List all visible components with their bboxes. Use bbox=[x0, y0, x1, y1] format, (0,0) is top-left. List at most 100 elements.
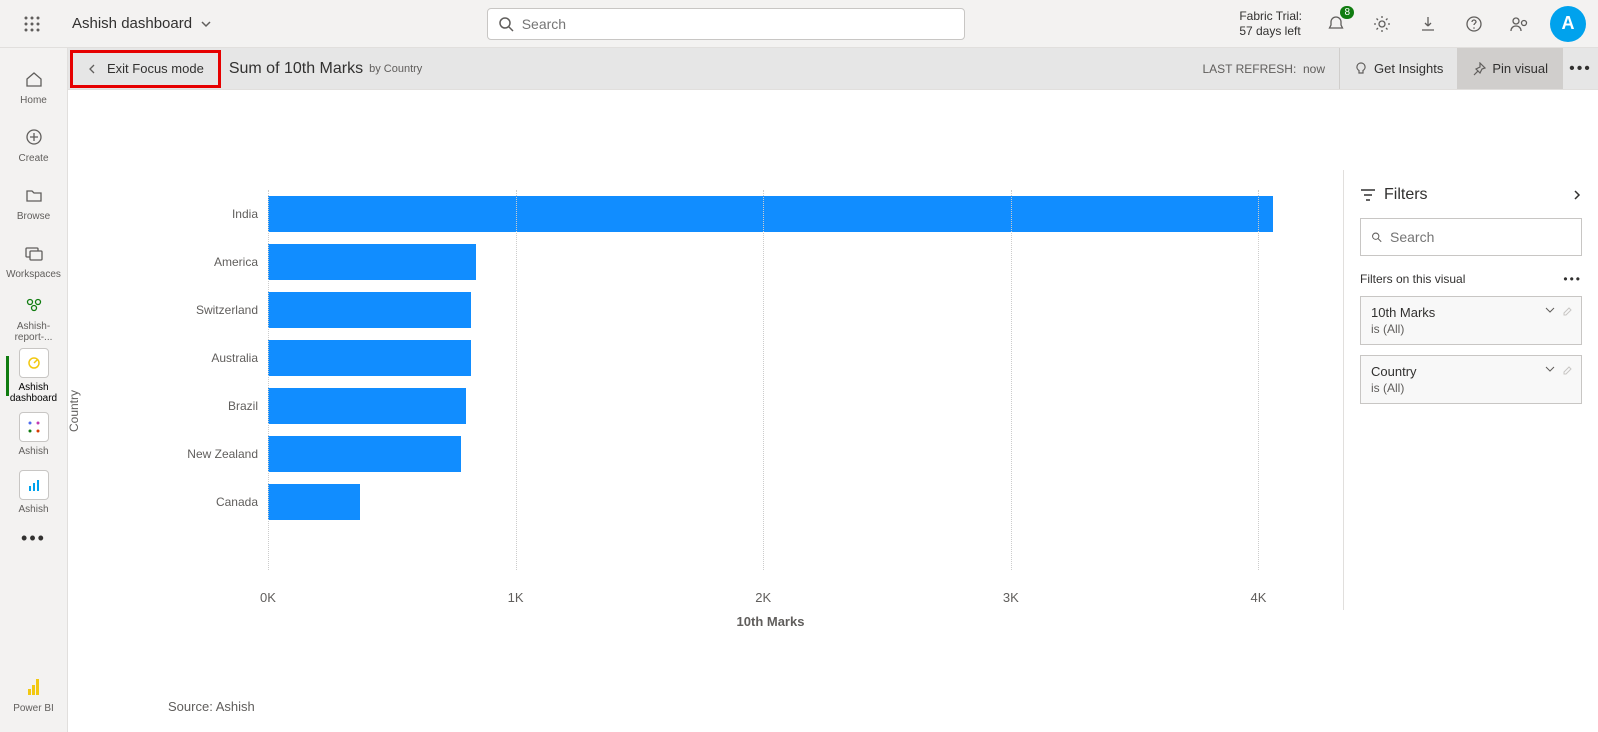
pin-visual-label: Pin visual bbox=[1492, 61, 1548, 76]
download-icon bbox=[1419, 15, 1437, 33]
gridline bbox=[1258, 190, 1259, 570]
search-icon bbox=[1371, 230, 1382, 244]
nav-label: Ashish dashboard bbox=[6, 382, 62, 404]
erase-icon[interactable] bbox=[1561, 364, 1573, 376]
filters-search-input[interactable] bbox=[1390, 229, 1571, 245]
download-button[interactable] bbox=[1412, 8, 1444, 40]
notifications-button[interactable]: 8 bbox=[1320, 8, 1352, 40]
filter-card-country[interactable]: Country is (All) bbox=[1360, 355, 1582, 404]
last-refresh: LAST REFRESH: now bbox=[1202, 62, 1325, 76]
report-icon bbox=[26, 477, 42, 493]
chevron-left-icon bbox=[87, 64, 97, 74]
x-tick-label: 0K bbox=[260, 590, 276, 605]
folder-icon bbox=[25, 186, 43, 204]
bar-category-label: Australia bbox=[168, 351, 268, 365]
app-launcher-icon[interactable] bbox=[12, 16, 52, 32]
nav-label: Ashish-report-... bbox=[6, 321, 62, 343]
filters-title: Filters bbox=[1384, 186, 1428, 204]
bar-category-label: Switzerland bbox=[168, 303, 268, 317]
filter-field-value: is (All) bbox=[1371, 322, 1571, 336]
nav-workspaces[interactable]: Workspaces bbox=[6, 232, 62, 288]
visual-title: Sum of 10th Marks bbox=[229, 60, 363, 78]
nav-ashish-report[interactable]: Ashish-report-... bbox=[6, 290, 62, 346]
filter-field-name: Country bbox=[1371, 364, 1417, 379]
left-nav: Home Create Browse Workspaces Ashish-rep… bbox=[0, 48, 68, 732]
filter-section-header: Filters on this visual ••• bbox=[1360, 272, 1582, 286]
nav-label: Home bbox=[20, 95, 47, 106]
nav-ashish-dashboard[interactable]: Ashish dashboard bbox=[6, 348, 62, 404]
account-manager-button[interactable] bbox=[1504, 8, 1536, 40]
filter-card-10th-marks[interactable]: 10th Marks is (All) bbox=[1360, 296, 1582, 345]
trial-line1: Fabric Trial: bbox=[1239, 9, 1302, 23]
more-options-button[interactable]: ••• bbox=[1562, 48, 1598, 89]
gridline bbox=[763, 190, 764, 570]
bar-row: Canada bbox=[268, 478, 1273, 526]
bar-category-label: Brazil bbox=[168, 399, 268, 413]
get-insights-button[interactable]: Get Insights bbox=[1339, 48, 1457, 89]
exit-focus-mode-button[interactable]: Exit Focus mode bbox=[70, 50, 221, 88]
last-refresh-value: now bbox=[1303, 62, 1325, 76]
trial-info[interactable]: Fabric Trial: 57 days left bbox=[1239, 9, 1302, 38]
bar-category-label: America bbox=[168, 255, 268, 269]
chart-bar[interactable] bbox=[268, 436, 461, 472]
global-search[interactable] bbox=[487, 8, 965, 40]
bar-category-label: New Zealand bbox=[168, 447, 268, 461]
dataset-icon bbox=[26, 419, 42, 435]
filters-search[interactable] bbox=[1360, 218, 1582, 256]
people-icon bbox=[1510, 15, 1530, 33]
nav-ashish-1[interactable]: Ashish bbox=[6, 406, 62, 462]
search-icon bbox=[498, 16, 514, 32]
chart-visual[interactable]: Country IndiaAmericaSwitzerlandAustralia… bbox=[68, 90, 1343, 732]
last-refresh-label: LAST REFRESH: bbox=[1202, 62, 1296, 76]
x-tick-label: 4K bbox=[1251, 590, 1267, 605]
filter-section-more[interactable]: ••• bbox=[1563, 272, 1582, 286]
x-tick-label: 1K bbox=[508, 590, 524, 605]
chart-grid: IndiaAmericaSwitzerlandAustraliaBrazilNe… bbox=[268, 190, 1273, 570]
help-button[interactable] bbox=[1458, 8, 1490, 40]
chevron-down-icon bbox=[1545, 305, 1555, 315]
nav-ashish-2[interactable]: Ashish bbox=[6, 464, 62, 520]
notification-badge: 8 bbox=[1340, 6, 1354, 19]
bar-category-label: Canada bbox=[168, 495, 268, 509]
chart-source: Source: Ashish bbox=[168, 699, 255, 714]
nav-power-bi[interactable]: Power BI bbox=[6, 666, 62, 722]
chart-bar[interactable] bbox=[268, 340, 471, 376]
settings-button[interactable] bbox=[1366, 8, 1398, 40]
chart-bar[interactable] bbox=[268, 292, 471, 328]
chart-bar[interactable] bbox=[268, 388, 466, 424]
top-bar: Ashish dashboard Fabric Trial: 57 days l… bbox=[0, 0, 1598, 48]
user-avatar[interactable]: A bbox=[1550, 6, 1586, 42]
chart-bar[interactable] bbox=[268, 244, 476, 280]
chevron-down-icon bbox=[200, 18, 212, 30]
nav-more[interactable]: ••• bbox=[21, 528, 46, 549]
action-bar: Exit Focus mode Sum of 10th Marks by Cou… bbox=[68, 48, 1598, 90]
erase-icon[interactable] bbox=[1561, 305, 1573, 317]
search-input[interactable] bbox=[522, 16, 954, 32]
dashboard-title[interactable]: Ashish dashboard bbox=[72, 15, 212, 32]
y-axis-label: Country bbox=[67, 390, 81, 432]
nav-home[interactable]: Home bbox=[6, 58, 62, 114]
dashboard-icon bbox=[26, 355, 42, 371]
nav-label: Create bbox=[18, 153, 48, 164]
nav-browse[interactable]: Browse bbox=[6, 174, 62, 230]
avatar-initial: A bbox=[1562, 13, 1575, 34]
trial-line2: 57 days left bbox=[1239, 24, 1302, 38]
filter-icon bbox=[1360, 188, 1376, 202]
chevron-right-icon bbox=[1572, 189, 1582, 201]
visual-subtitle: by Country bbox=[369, 63, 422, 75]
gridline bbox=[1011, 190, 1012, 570]
chart-bar[interactable] bbox=[268, 484, 360, 520]
filters-panel: Filters Filters on this visual ••• 10th … bbox=[1343, 170, 1598, 610]
chart-bar[interactable] bbox=[268, 196, 1273, 232]
team-icon bbox=[24, 296, 44, 314]
bar-row: America bbox=[268, 238, 1273, 286]
bar-row: Brazil bbox=[268, 382, 1273, 430]
nav-create[interactable]: Create bbox=[6, 116, 62, 172]
x-tick-label: 2K bbox=[755, 590, 771, 605]
search-wrap bbox=[212, 8, 1239, 40]
filters-collapse-button[interactable] bbox=[1572, 189, 1582, 201]
dashboard-name-text: Ashish dashboard bbox=[72, 15, 192, 32]
pin-visual-button[interactable]: Pin visual bbox=[1457, 48, 1562, 89]
gear-icon bbox=[1373, 15, 1391, 33]
home-icon bbox=[25, 70, 43, 88]
